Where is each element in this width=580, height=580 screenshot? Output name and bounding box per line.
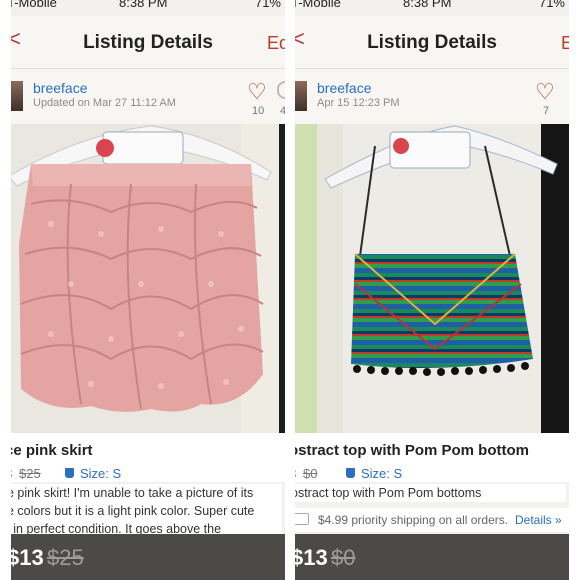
heart-icon[interactable]: ♡ (247, 79, 267, 105)
battery-label: 71% (254, 0, 281, 10)
updated-timestamp: Updated on Mar 27 11:12 AM (33, 97, 176, 109)
listing-photo[interactable] (11, 124, 285, 433)
bottom-price: $13 (11, 545, 44, 570)
nav-bar: < Listing Details E (295, 16, 569, 69)
price-text: 3 (11, 466, 12, 481)
listing-description: ostract top with Pom Pom bottoms (295, 484, 566, 502)
clock-label: 8:38 PM (119, 0, 168, 10)
battery-label: 71% (538, 0, 565, 10)
bottom-price-bar: $13 $0 (295, 534, 569, 580)
status-bar: T-Mobile 8:38 PM 71% (295, 0, 569, 16)
seller-username[interactable]: breeface (33, 80, 87, 96)
shipping-details-link[interactable]: Details » (515, 513, 562, 527)
seller-username[interactable]: breeface (317, 80, 371, 96)
likes-count: 7 (543, 105, 550, 117)
shipping-row: $4.99 priority shipping on all orders. D… (295, 508, 569, 532)
listing-title: ce pink skirt (11, 442, 93, 459)
listing-title: ostract top with Pom Pom bottom (295, 442, 529, 459)
listing-panel-left: T-Mobile 8:38 PM 71% < Listing Details E… (11, 0, 285, 580)
comment-icon[interactable] (277, 81, 285, 99)
price-text: 3 (295, 466, 296, 481)
striped-top-photo (295, 124, 569, 433)
original-price: $0 (303, 466, 318, 481)
tshirt-icon (346, 468, 355, 478)
carrier-label: T-Mobile (295, 0, 341, 10)
avatar[interactable] (295, 81, 307, 111)
seller-row: breeface Apr 15 12:23 PM ♡ 7 (295, 69, 569, 124)
heart-icon[interactable]: ♡ (535, 79, 555, 105)
tshirt-icon (65, 468, 74, 478)
edit-button[interactable]: Ed (267, 33, 285, 54)
page-title: Listing Details (367, 32, 497, 53)
page-title: Listing Details (83, 32, 213, 53)
size-label: Size: S (361, 466, 403, 481)
description-line: ostract top with Pom Pom bottoms (295, 486, 482, 500)
truck-icon (295, 513, 309, 525)
description-line: e pink skirt! I'm unable to take a pictu… (11, 486, 254, 500)
nav-bar: < Listing Details Ed (11, 16, 285, 69)
carrier-label: T-Mobile (11, 0, 57, 10)
size-label: Size: S (80, 466, 122, 481)
avatar[interactable] (11, 81, 23, 111)
listing-photo[interactable] (295, 124, 569, 433)
comments-count: 4 (280, 105, 285, 117)
bottom-price: $13 (295, 545, 328, 570)
updated-timestamp: Apr 15 12:23 PM (317, 97, 400, 109)
seller-row: breeface Updated on Mar 27 11:12 AM ♡ 10… (11, 69, 285, 124)
clock-label: 8:38 PM (403, 0, 452, 10)
price-row: 3 $25 Size: S (11, 462, 285, 482)
original-price: $25 (19, 466, 41, 481)
listing-panel-right: T-Mobile 8:38 PM 71% < Listing Details E… (295, 0, 569, 580)
likes-count: 10 (252, 105, 265, 117)
pink-skirt-photo (11, 124, 285, 433)
bottom-original-price: $0 (331, 545, 356, 570)
description-line: e colors but it is a light pink color. S… (11, 504, 255, 518)
edit-button[interactable]: E (561, 33, 569, 54)
price-row: 3 $0 Size: S (295, 462, 569, 482)
listing-description: e pink skirt! I'm unable to take a pictu… (11, 484, 282, 538)
bottom-original-price: $25 (47, 545, 84, 570)
bottom-price-bar: $13 $25 (11, 534, 285, 580)
status-bar: T-Mobile 8:38 PM 71% (11, 0, 285, 16)
shipping-text: $4.99 priority shipping on all orders. (318, 513, 509, 527)
